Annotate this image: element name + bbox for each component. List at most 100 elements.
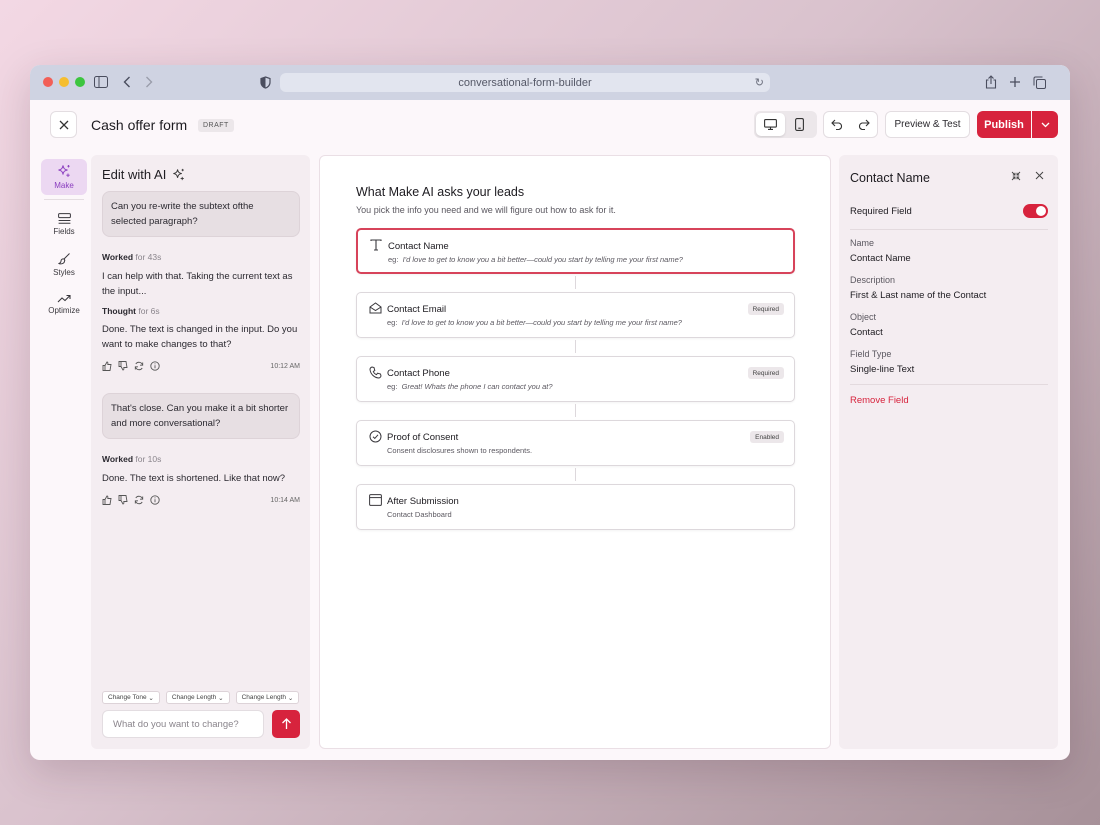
field-card-proof-of-consent[interactable]: Proof of Consent Consent disclosures sho… bbox=[356, 420, 795, 466]
nav-item-fields[interactable]: Fields bbox=[41, 206, 87, 242]
canvas-title: What Make AI asks your leads bbox=[356, 185, 525, 199]
shield-icon[interactable] bbox=[257, 74, 273, 90]
info-icon[interactable] bbox=[150, 361, 160, 371]
field-type-value[interactable]: Single-line Text bbox=[850, 364, 914, 375]
nav-label-optimize: Optimize bbox=[48, 305, 80, 315]
user-message: Can you re-write the subtext ofthe selec… bbox=[102, 191, 300, 237]
required-badge: Required bbox=[747, 303, 784, 315]
close-window-button[interactable] bbox=[43, 77, 53, 87]
panel-controls bbox=[1011, 171, 1044, 181]
connector-line bbox=[575, 404, 576, 417]
thumbs-down-icon[interactable] bbox=[118, 495, 128, 505]
ai-status-label: Worked bbox=[102, 454, 134, 464]
chat-title-text: Edit with AI bbox=[102, 167, 167, 182]
close-form-button[interactable] bbox=[50, 111, 77, 138]
redo-button[interactable] bbox=[851, 112, 878, 137]
share-icon[interactable] bbox=[983, 74, 999, 90]
regenerate-icon[interactable] bbox=[134, 495, 144, 505]
page-title: Cash offer form bbox=[91, 117, 188, 133]
name-value[interactable]: Contact Name bbox=[850, 253, 911, 264]
description-value[interactable]: First & Last name of the Contact bbox=[850, 290, 986, 301]
trend-icon bbox=[57, 294, 71, 302]
object-value[interactable]: Contact bbox=[850, 327, 883, 338]
description-label: Description bbox=[850, 275, 896, 285]
required-field-label: Required Field bbox=[850, 206, 912, 217]
back-icon[interactable] bbox=[119, 74, 135, 90]
send-button[interactable] bbox=[272, 710, 300, 738]
left-nav: Make Fields Styles Optimize bbox=[38, 159, 88, 326]
field-card-after-submission[interactable]: After Submission Contact Dashboard bbox=[356, 484, 795, 530]
enabled-badge: Enabled bbox=[750, 431, 784, 443]
ai-status: Worked for 10s bbox=[102, 454, 161, 464]
nav-label-styles: Styles bbox=[53, 267, 75, 277]
thumbs-down-icon[interactable] bbox=[118, 361, 128, 371]
regenerate-icon[interactable] bbox=[134, 361, 144, 371]
brush-icon bbox=[57, 252, 70, 264]
required-toggle[interactable] bbox=[1023, 204, 1048, 218]
address-bar[interactable]: conversational-form-builder ↻ bbox=[280, 73, 770, 92]
form-canvas: What Make AI asks your leads You pick th… bbox=[319, 155, 831, 749]
properties-panel: Contact Name Required Field Name Contact… bbox=[839, 155, 1058, 749]
minimize-window-button[interactable] bbox=[59, 77, 69, 87]
desktop-view-button[interactable] bbox=[756, 113, 785, 136]
collapse-icon[interactable] bbox=[1011, 171, 1021, 181]
message-actions: 10:12 AM bbox=[102, 361, 300, 371]
ai-status: Thought for 6s bbox=[102, 306, 160, 316]
new-tab-icon[interactable] bbox=[1007, 74, 1023, 90]
field-type-label: Field Type bbox=[850, 349, 892, 359]
field-card-contact-email[interactable]: Contact Email eg: I'd love to get to kno… bbox=[356, 292, 795, 338]
field-name: Contact Email bbox=[387, 304, 447, 315]
history-controls bbox=[823, 111, 878, 138]
reload-icon[interactable]: ↻ bbox=[755, 76, 764, 89]
maximize-window-button[interactable] bbox=[75, 77, 85, 87]
message-timestamp: 10:14 AM bbox=[270, 496, 300, 504]
field-description: eg: Great! Whats the phone I can contact… bbox=[387, 382, 553, 391]
message-actions: 10:14 AM bbox=[102, 495, 300, 505]
suggestion-chips: Change Tone ⌄ Change Length ⌄ Change Len… bbox=[102, 691, 300, 704]
forward-icon[interactable] bbox=[141, 74, 157, 90]
publish-button[interactable]: Publish bbox=[977, 111, 1031, 138]
desc-text: I'd love to get to know you a bit better… bbox=[401, 318, 682, 327]
app-window: conversational-form-builder ↻ Cash offer… bbox=[30, 65, 1070, 760]
chip-label: Change Length bbox=[171, 694, 217, 701]
desc-text: Great! Whats the phone I can contact you… bbox=[401, 382, 553, 391]
nav-item-optimize[interactable]: Optimize bbox=[41, 286, 87, 322]
sparkle-icon bbox=[173, 168, 185, 181]
nav-label-fields: Fields bbox=[53, 226, 75, 236]
close-icon[interactable] bbox=[1035, 171, 1044, 181]
undo-button[interactable] bbox=[824, 112, 851, 137]
browser-toolbar: conversational-form-builder ↻ bbox=[30, 65, 1070, 100]
change-tone-chip[interactable]: Change Tone ⌄ bbox=[102, 691, 160, 704]
arrow-up-icon bbox=[281, 718, 291, 729]
publish-options-button[interactable] bbox=[1032, 111, 1058, 138]
mobile-view-button[interactable] bbox=[785, 113, 814, 136]
nav-item-make[interactable]: Make bbox=[41, 159, 87, 195]
change-length-chip[interactable]: Change Length ⌄ bbox=[165, 691, 230, 704]
info-icon[interactable] bbox=[150, 495, 160, 505]
app-header: Cash offer form DRAFT Preview & Test Pub… bbox=[30, 100, 1070, 155]
nav-item-styles[interactable]: Styles bbox=[41, 246, 87, 282]
field-description: Consent disclosures shown to respondents… bbox=[387, 446, 533, 455]
desktop-icon bbox=[764, 119, 777, 130]
mail-icon bbox=[369, 302, 382, 315]
ai-status-label: Worked bbox=[102, 252, 134, 262]
remove-field-button[interactable]: Remove Field bbox=[850, 395, 909, 406]
tabs-overview-icon[interactable] bbox=[1031, 74, 1047, 90]
status-badge: DRAFT bbox=[198, 119, 234, 132]
field-description: eg: I'd love to get to know you a bit be… bbox=[387, 318, 682, 327]
required-badge: Required bbox=[747, 367, 784, 379]
thumbs-up-icon[interactable] bbox=[102, 361, 112, 371]
thumbs-up-icon[interactable] bbox=[102, 495, 112, 505]
mobile-icon bbox=[795, 118, 804, 131]
ai-status-duration: for 6s bbox=[138, 306, 160, 316]
sidebar-toggle-icon[interactable] bbox=[93, 74, 109, 90]
redo-icon bbox=[859, 119, 871, 130]
change-length-chip[interactable]: Change Length ⌄ bbox=[235, 691, 300, 704]
ai-status-duration: for 10s bbox=[135, 454, 162, 464]
field-card-contact-phone[interactable]: Contact Phone eg: Great! Whats the phone… bbox=[356, 356, 795, 402]
field-name: Contact Phone bbox=[387, 368, 450, 379]
preview-test-button[interactable]: Preview & Test bbox=[885, 111, 970, 138]
chat-input[interactable]: What do you want to change? bbox=[102, 710, 264, 738]
undo-icon bbox=[830, 119, 842, 130]
field-card-contact-name[interactable]: Contact Name eg: I'd love to get to know… bbox=[356, 228, 795, 274]
